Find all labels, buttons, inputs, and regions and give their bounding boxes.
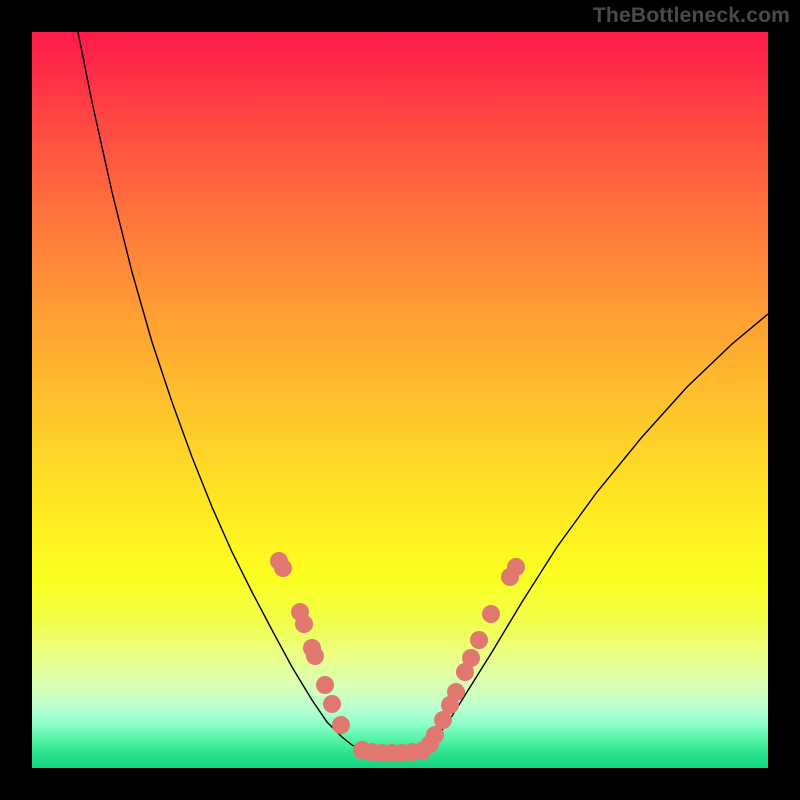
data-point	[332, 716, 350, 734]
data-point	[323, 695, 341, 713]
bottleneck-curve	[78, 32, 768, 753]
plot-area	[32, 32, 768, 768]
data-point	[470, 631, 488, 649]
data-point	[306, 647, 324, 665]
curve-layer	[78, 32, 768, 753]
data-point	[447, 683, 465, 701]
data-point	[482, 605, 500, 623]
data-point	[316, 676, 334, 694]
watermark-text: TheBottleneck.com	[593, 4, 790, 28]
dots-layer	[270, 552, 525, 762]
chart-frame: TheBottleneck.com	[0, 0, 800, 800]
chart-svg	[32, 32, 768, 768]
data-point	[274, 559, 292, 577]
data-point	[507, 558, 525, 576]
data-point	[295, 615, 313, 633]
data-point	[462, 649, 480, 667]
